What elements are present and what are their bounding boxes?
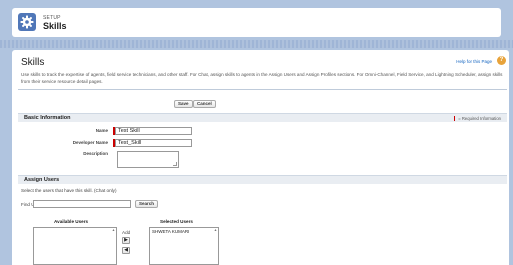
required-legend-text: = Required Information <box>458 116 501 121</box>
setup-header: SETUP Skills <box>12 8 501 37</box>
section-title: Basic Information <box>24 115 71 121</box>
selected-user-item[interactable]: SHWETA KUMARI <box>152 229 189 234</box>
name-field[interactable]: Test Skill <box>115 127 192 135</box>
scroll-up-icon[interactable]: ▲ <box>111 228 116 233</box>
resize-handle[interactable] <box>173 162 177 166</box>
page-title: Skills <box>21 57 45 68</box>
save-button[interactable]: Save <box>174 100 193 108</box>
required-marker <box>453 116 456 122</box>
find-users-input[interactable] <box>33 200 131 208</box>
add-label: Add <box>122 230 131 235</box>
search-button[interactable]: Search <box>135 200 159 208</box>
page-description: Use skills to track the expertise of age… <box>21 72 503 84</box>
available-users-label: Available Users <box>54 219 89 224</box>
section-title: Assign Users <box>24 177 60 183</box>
description-field[interactable] <box>117 151 179 168</box>
name-label: Name <box>95 128 108 133</box>
selected-users-list[interactable]: SHWETA KUMARI ▲ <box>149 227 219 265</box>
cancel-button[interactable]: Cancel <box>193 100 216 108</box>
gear-icon <box>18 13 36 31</box>
description-label: Description <box>83 151 108 156</box>
decorative-band <box>0 40 513 48</box>
scroll-up-icon[interactable]: ▲ <box>213 228 218 233</box>
remove-arrow-button[interactable]: ◀ <box>122 247 130 254</box>
main-card: Skills Help for this Page ? Use skills t… <box>12 50 509 265</box>
add-arrow-button[interactable]: ▶ <box>122 237 130 244</box>
available-users-list[interactable]: ▲ <box>33 227 117 265</box>
divider <box>18 89 507 90</box>
assign-users-instruction: Select the users that have this skill. (… <box>21 188 117 193</box>
selected-users-label: Selected Users <box>160 219 193 224</box>
required-legend: = Required Information <box>453 116 501 122</box>
developer-name-label: Developer Name <box>72 140 108 145</box>
basic-information-header: Basic Information = Required Information <box>18 113 507 122</box>
setup-title: Skills <box>43 21 67 31</box>
assign-users-header: Assign Users <box>18 175 507 184</box>
help-link[interactable]: Help for this Page <box>456 59 492 64</box>
developer-name-field[interactable]: Test_Skill <box>115 139 192 147</box>
help-icon[interactable]: ? <box>497 56 506 65</box>
